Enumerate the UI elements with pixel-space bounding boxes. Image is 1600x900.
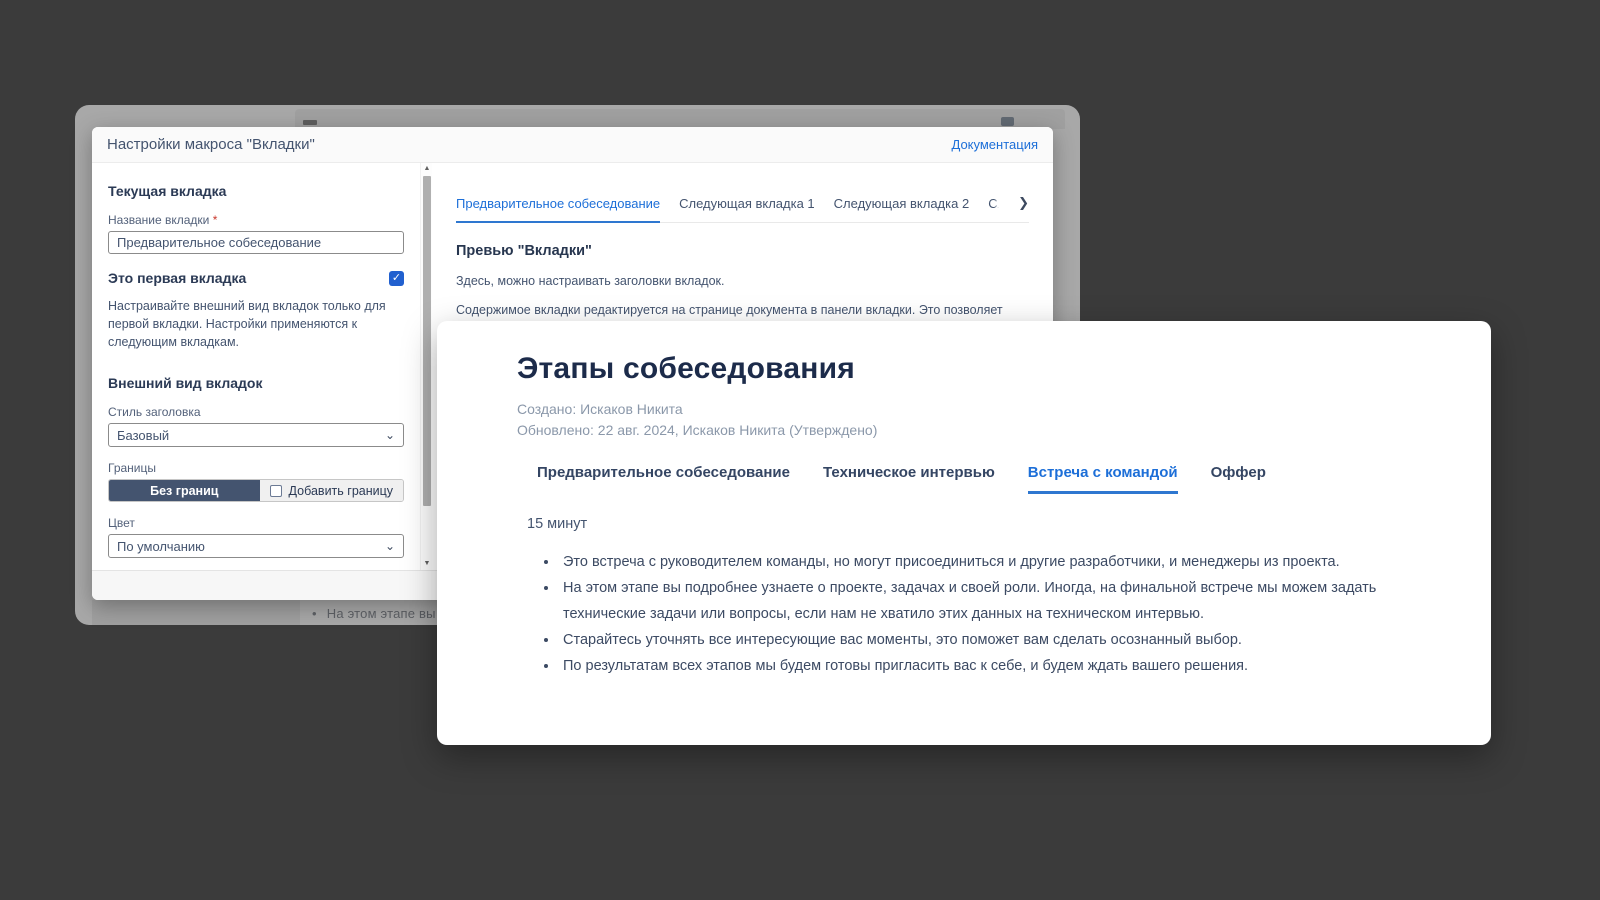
add-border-label: Добавить границу	[289, 484, 393, 498]
bullet-icon: •	[312, 606, 317, 621]
card-tab-2[interactable]: Техническое интервью	[823, 464, 995, 494]
background-text-remnant	[303, 120, 317, 125]
background-icon-remnant	[1001, 117, 1014, 126]
add-border-checkbox[interactable]	[270, 485, 282, 497]
form-scrollbar[interactable]: ▲ ▼	[420, 163, 432, 570]
header-style-label: Стиль заголовка	[108, 405, 404, 419]
card-bullet: Старайтесь уточнять все интересующие вас…	[559, 627, 1427, 653]
card-tab-3[interactable]: Встреча с командой	[1028, 464, 1178, 494]
chevron-down-icon: ⌄	[385, 540, 395, 552]
settings-form: Текущая вкладка Название вкладки * Это п…	[92, 163, 420, 570]
color-select[interactable]: По умолчанию ⌄	[108, 534, 404, 558]
preview-paragraph-2: Содержимое вкладки редактируется на стра…	[456, 303, 1029, 317]
tab-name-input[interactable]	[108, 231, 404, 254]
card-meta: Создано: Искаков Никита Обновлено: 22 ав…	[517, 399, 1451, 441]
header-style-value: Базовый	[117, 428, 169, 443]
first-tab-row: Это первая вкладка ✓	[108, 270, 404, 286]
first-tab-checkbox[interactable]: ✓	[389, 271, 404, 286]
background-sidebar-shade	[92, 600, 300, 625]
first-tab-help: Настраивайте внешний вид вкладок только …	[108, 297, 408, 351]
scrollbar-thumb[interactable]	[423, 176, 431, 506]
tabs-overflow-chevron-icon[interactable]: ❯	[1018, 195, 1029, 222]
preview-tab-4[interactable]: Следующ	[988, 196, 999, 222]
borders-none-segment[interactable]: Без границ	[109, 480, 260, 501]
color-label: Цвет	[108, 516, 404, 530]
chevron-down-icon: ⌄	[385, 429, 395, 441]
card-tab-bar: Предварительное собеседование Техническо…	[537, 464, 1451, 494]
tab-name-label: Название вкладки *	[108, 213, 404, 227]
background-toolbar	[295, 109, 1065, 129]
required-asterisk: *	[213, 213, 218, 227]
color-value: По умолчанию	[117, 539, 205, 554]
card-updated: Обновлено: 22 авг. 2024, Искаков Никита …	[517, 420, 1451, 441]
preview-title: Превью "Вкладки"	[456, 243, 1029, 259]
card-bullet: Это встреча с руководителем команды, но …	[559, 549, 1427, 575]
card-tab-1[interactable]: Предварительное собеседование	[537, 464, 790, 494]
section-current-tab: Текущая вкладка	[108, 183, 404, 199]
first-tab-label: Это первая вкладка	[108, 270, 246, 286]
scroll-down-icon[interactable]: ▼	[421, 560, 433, 567]
card-tab-4[interactable]: Оффер	[1211, 464, 1266, 494]
scroll-up-icon[interactable]: ▲	[421, 165, 433, 172]
preview-tab-bar: Предварительное собеседование Следующая …	[456, 195, 1029, 223]
section-appearance: Внешний вид вкладок	[108, 375, 404, 391]
borders-segmented-control: Без границ Добавить границу	[108, 479, 404, 502]
card-bullet: По результатам всех этапов мы будем гото…	[559, 653, 1427, 679]
preview-tab-3[interactable]: Следующая вкладка 2	[834, 196, 970, 222]
documentation-link[interactable]: Документация	[952, 137, 1039, 152]
preview-tab-1[interactable]: Предварительное собеседование	[456, 196, 660, 223]
card-bullet-list: Это встреча с руководителем команды, но …	[537, 549, 1427, 679]
dialog-title: Настройки макроса "Вкладки"	[107, 136, 315, 153]
borders-add-segment[interactable]: Добавить границу	[260, 480, 403, 501]
card-created: Создано: Искаков Никита	[517, 399, 1451, 420]
card-title: Этапы собеседования	[517, 352, 1451, 386]
borders-label: Границы	[108, 461, 404, 475]
preview-paragraph-1: Здесь, можно настраивать заголовки вклад…	[456, 274, 1029, 288]
interview-stages-card: Этапы собеседования Создано: Искаков Ник…	[437, 321, 1491, 745]
dialog-header: Настройки макроса "Вкладки" Документация	[92, 127, 1053, 163]
preview-tab-2[interactable]: Следующая вкладка 1	[679, 196, 815, 222]
header-style-select[interactable]: Базовый ⌄	[108, 423, 404, 447]
card-duration: 15 минут	[527, 516, 1451, 532]
card-bullet: На этом этапе вы подробнее узнаете о про…	[559, 575, 1427, 627]
